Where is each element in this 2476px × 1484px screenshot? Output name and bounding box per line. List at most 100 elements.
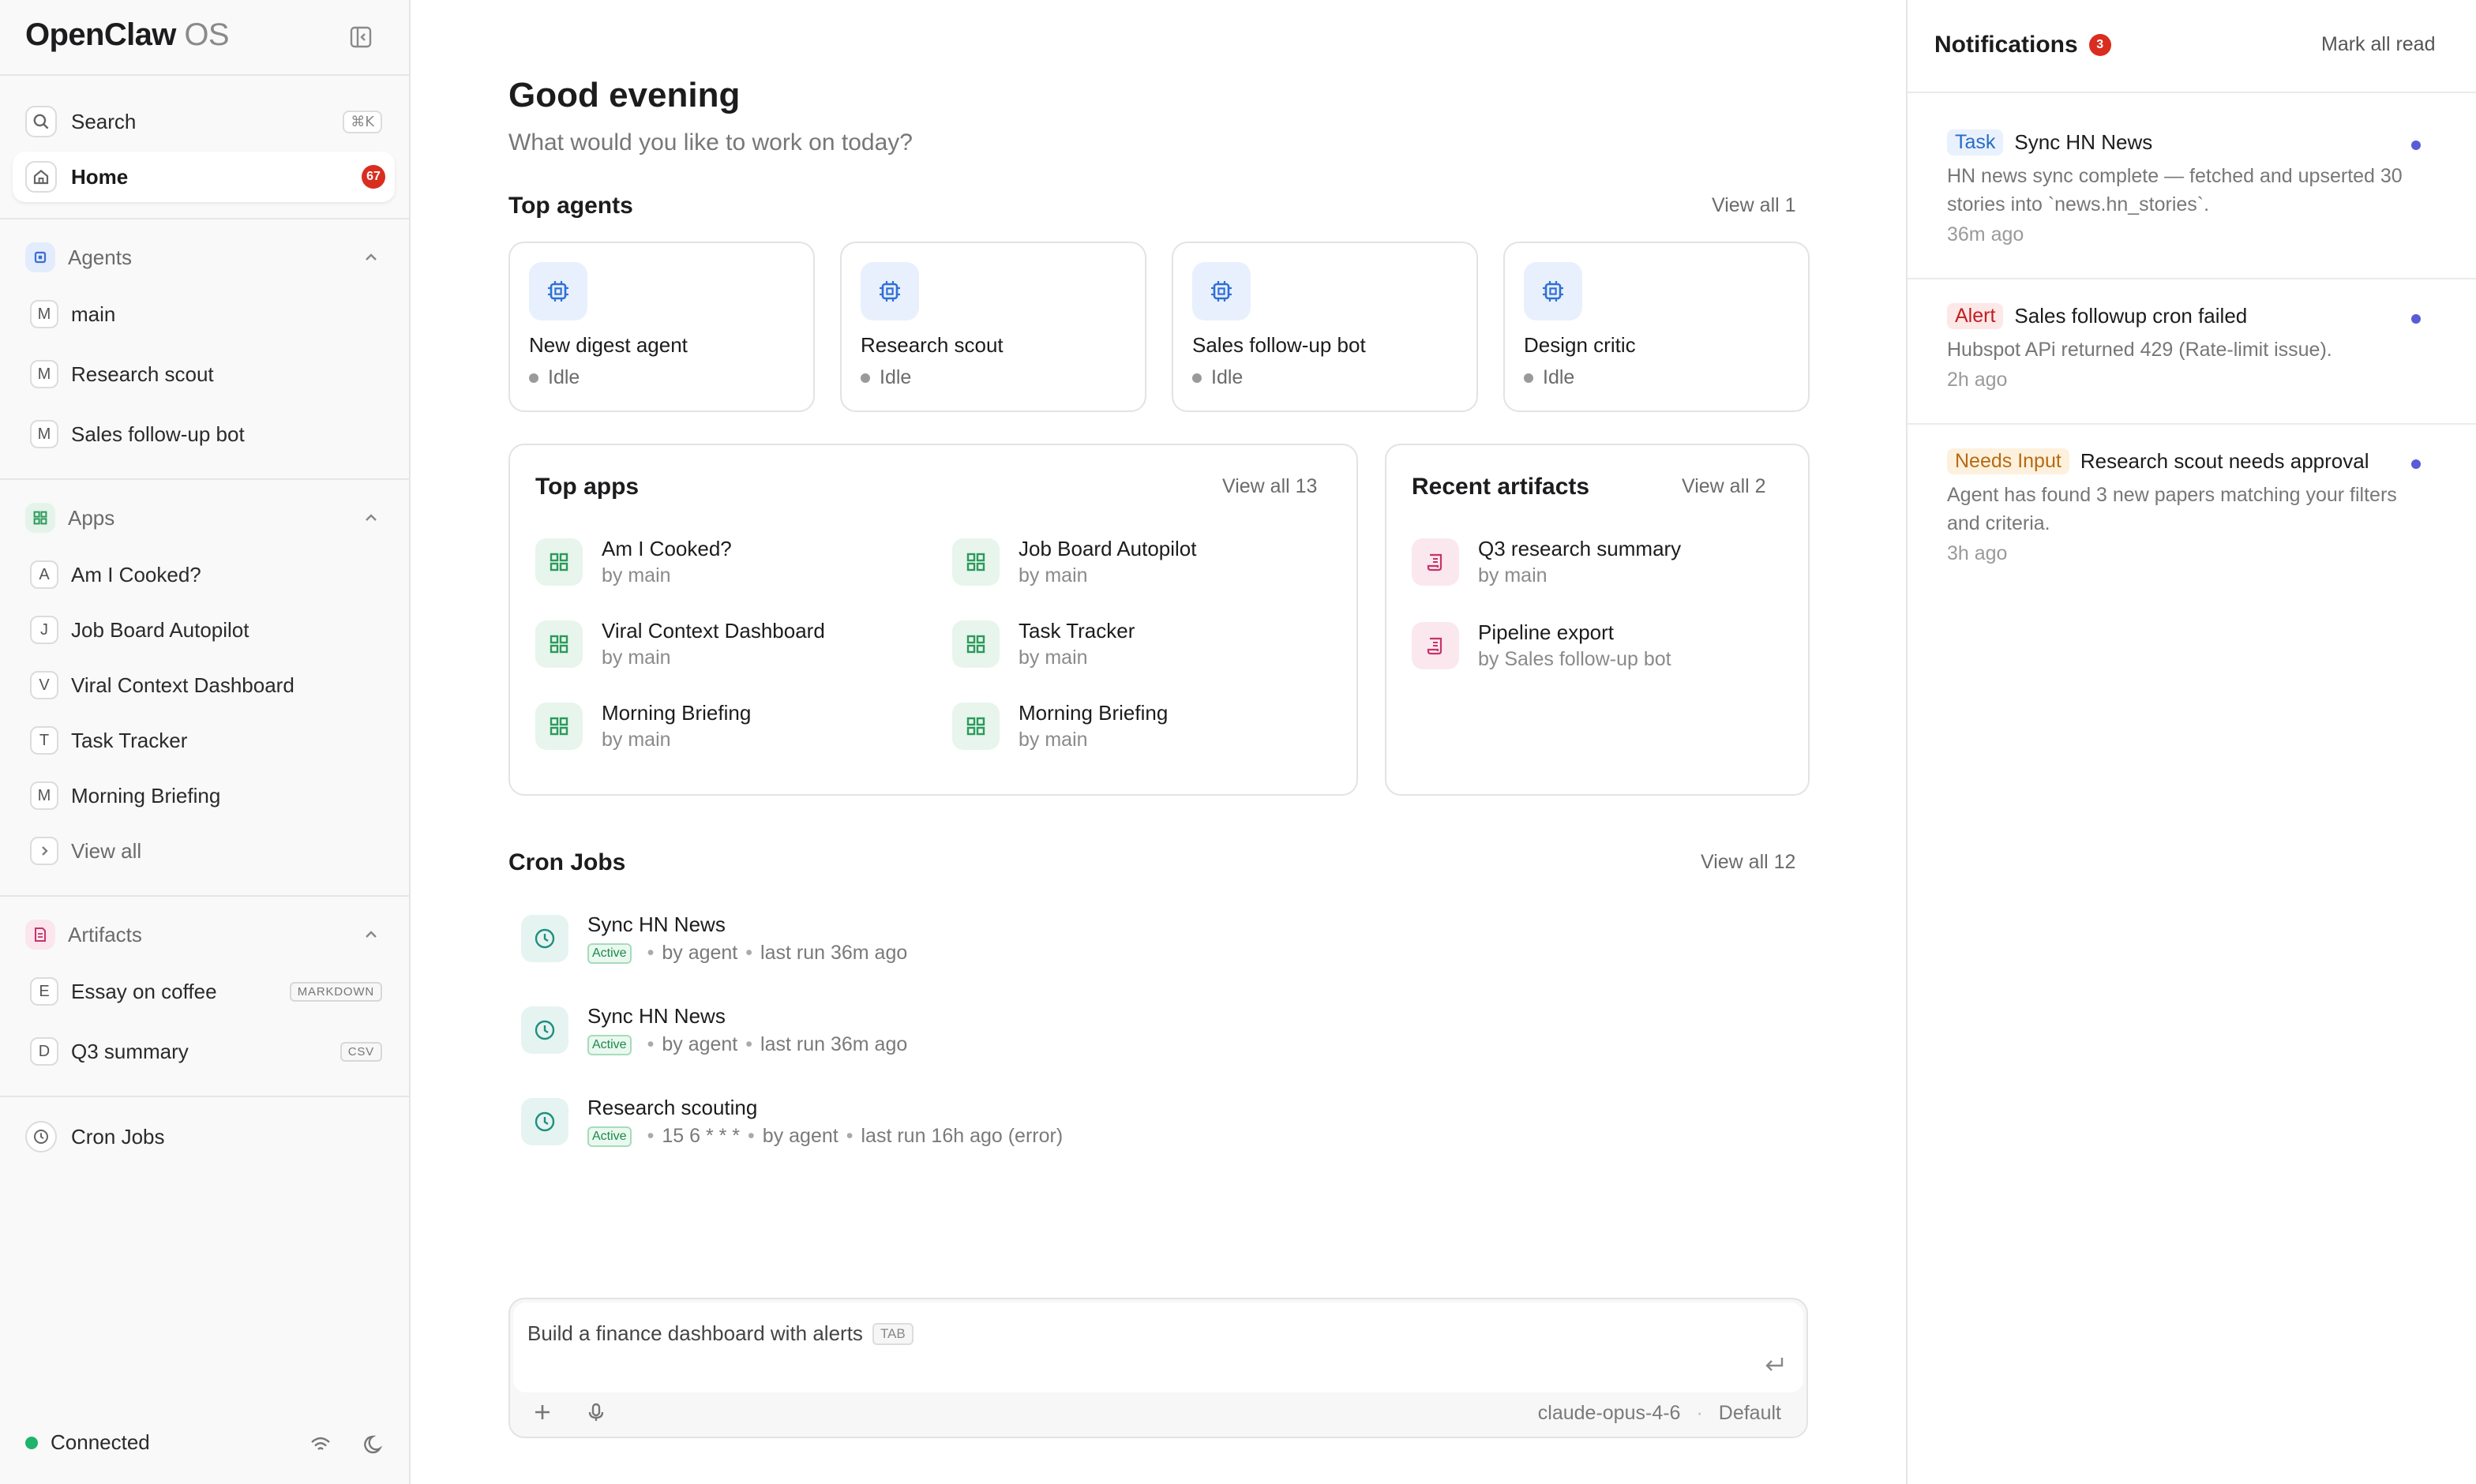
brand-logo: OpenClaw OS [25,17,230,53]
microphone-icon[interactable] [586,1402,606,1422]
artifact-item[interactable]: Pipeline export by Sales follow-up bot [1412,620,1671,671]
sidebar-item-label: Job Board Autopilot [71,617,249,642]
agent-avatar: M [30,300,58,328]
sidebar-item-app[interactable]: V Viral Context Dashboard [13,660,395,710]
apps-view-all[interactable]: View all [13,826,395,876]
unread-dot [2411,459,2421,469]
notification-item[interactable]: Alert Sales followup cron failed Hubspot… [1947,303,2421,392]
prompt-input[interactable]: Build a finance dashboard with alerts TA… [513,1302,1803,1392]
tab-hint: TAB [872,1322,913,1345]
mark-all-read-button[interactable]: Mark all read [2321,33,2436,56]
divider [0,74,411,76]
agent-avatar: M [30,420,58,448]
cron-jobs-view-all[interactable]: View all 12 [1701,851,1795,874]
chevron-up-icon[interactable] [363,927,379,942]
cron-job-row[interactable]: Sync HN News Active • by agent • last run 36… [521,1004,907,1056]
cron-job-row[interactable]: Research scouting Active • 15 6 * * * • by a… [521,1096,1063,1148]
apps-section-header[interactable]: Apps [13,493,395,543]
app-author: by main [1019,564,1088,586]
separator: • [647,942,655,964]
sidebar-item-label: Essay on coffee [71,979,217,1003]
grid-icon [535,538,583,586]
top-agents-view-all[interactable]: View all 1 [1712,194,1796,217]
sidebar-item-app[interactable]: A Am I Cooked? [13,549,395,600]
agent-card[interactable]: Sales follow-up bot Idle [1172,242,1478,412]
status-text: Idle [1543,366,1575,388]
app-author: by main [602,646,671,669]
status-badge: Active [587,1034,632,1055]
cron-label: Cron Jobs [71,1124,165,1149]
moon-icon[interactable] [363,1433,385,1456]
chevron-up-icon[interactable] [363,510,379,526]
search-shortcut: ⌘K [343,110,382,133]
mode-selector[interactable]: Default [1719,1402,1781,1425]
page-title: Good evening [508,76,741,114]
app-avatar: V [30,671,58,699]
cron-job-row[interactable]: Sync HN News Active • by agent • last run 36… [521,913,907,965]
artifacts-section-header[interactable]: Artifacts [13,909,395,960]
app-item[interactable]: Job Board Autopilot by main [952,537,1197,587]
app-name: Task Tracker [1019,619,1135,643]
top-apps-heading: Top apps [535,474,640,500]
sidebar-collapse-icon[interactable] [349,25,373,49]
sidebar: OpenClaw OS Search ⌘K Home 67 Agents M m… [0,0,411,1484]
agent-avatar: M [30,360,58,388]
top-apps-view-all[interactable]: View all 13 [1222,475,1317,498]
status-text: Idle [880,366,912,388]
notification-title: Research scout needs approval [2080,449,2369,473]
add-icon[interactable] [532,1402,553,1422]
main-content: Good evening What would you like to work… [411,0,1906,1484]
unread-dot [2411,314,2421,324]
app-author: by main [602,729,671,751]
unread-dot [2411,141,2421,150]
app-item[interactable]: Am I Cooked? by main [535,537,732,587]
sidebar-item-artifact[interactable]: D Q3 summary CSV [13,1026,395,1077]
artifact-author: by Sales follow-up bot [1478,648,1671,670]
agent-name: New digest agent [529,333,688,357]
recent-artifacts-view-all[interactable]: View all 2 [1682,475,1766,498]
artifact-item[interactable]: Q3 research summary by main [1412,537,1681,587]
app-item[interactable]: Viral Context Dashboard by main [535,619,825,669]
agent-card[interactable]: Research scout Idle [840,242,1146,412]
sidebar-item-agent[interactable]: M Research scout [13,349,395,399]
app-item[interactable]: Task Tracker by main [952,619,1135,669]
notification-item[interactable]: Needs Input Research scout needs approva… [1947,448,2421,565]
sidebar-item-artifact[interactable]: E Essay on coffee MARKDOWN [13,966,395,1017]
cron-job-author: by agent [762,1125,838,1147]
page-subtitle: What would you like to work on today? [508,129,913,156]
artifact-avatar: D [30,1037,58,1066]
divider [0,895,411,897]
chevron-up-icon[interactable] [363,249,379,265]
notification-title: Sales followup cron failed [2014,304,2248,328]
agents-section-header[interactable]: Agents [13,232,395,283]
file-type-tag: MARKDOWN [289,981,382,1002]
sidebar-item-app[interactable]: M Morning Briefing [13,770,395,821]
cron-job-name: Sync HN News [587,913,726,936]
notification-item[interactable]: Task Sync HN News HN news sync complete … [1947,129,2421,246]
wifi-icon[interactable] [310,1433,332,1456]
search-nav[interactable]: Search ⌘K [13,96,395,147]
artifact-name: Q3 research summary [1478,537,1682,560]
status-text: Idle [1211,366,1244,388]
app-item[interactable]: Morning Briefing by main [952,701,1168,751]
grid-icon [952,703,1000,750]
model-selector[interactable]: claude-opus-4-6 [1538,1402,1681,1425]
cron-job-name: Sync HN News [587,1004,726,1028]
cron-jobs-nav[interactable]: Cron Jobs [13,1111,395,1162]
sidebar-item-app[interactable]: J Job Board Autopilot [13,605,395,655]
sidebar-item-app[interactable]: T Task Tracker [13,715,395,766]
divider [1908,278,2476,279]
sidebar-item-agent[interactable]: M Sales follow-up bot [13,409,395,459]
enter-icon[interactable] [1764,1356,1784,1373]
recent-artifacts-panel: Recent artifacts View all 2 Q3 research … [1385,444,1810,796]
notifications-panel: Notifications 3 Mark all read Task Sync … [1906,0,2476,1484]
agent-card[interactable]: Design critic Idle [1503,242,1810,412]
agent-card[interactable]: New digest agent Idle [508,242,815,412]
home-nav[interactable]: Home 67 [13,152,395,202]
search-icon [25,106,57,137]
app-item[interactable]: Morning Briefing by main [535,701,751,751]
status-dot [1524,373,1533,383]
agent-status: Idle [529,366,580,389]
notification-tag: Task [1947,129,2004,156]
sidebar-item-agent[interactable]: M main [13,289,395,339]
